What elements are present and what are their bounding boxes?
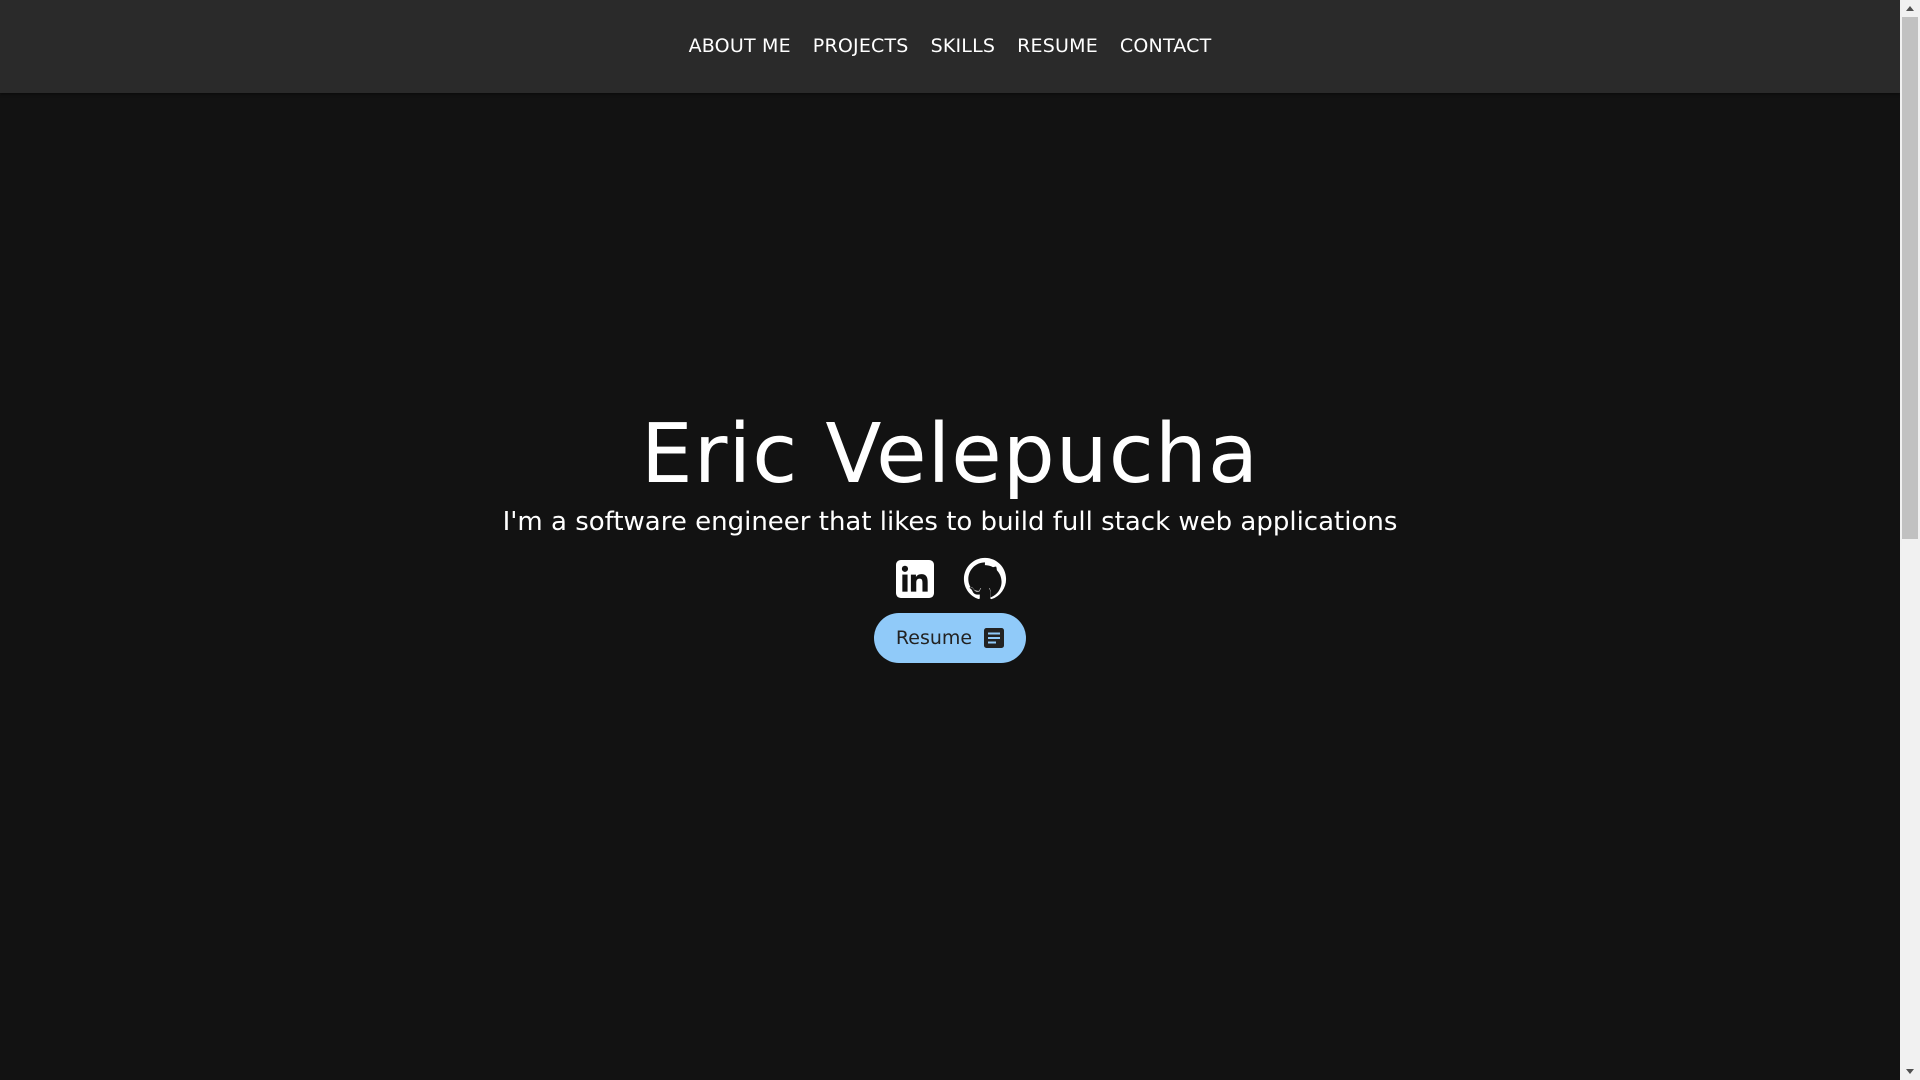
scroll-up-button[interactable]: [1900, 0, 1920, 17]
nav-links: ABOUT ME PROJECTS SKILLS RESUME CONTACT: [689, 35, 1212, 57]
navbar: ABOUT ME PROJECTS SKILLS RESUME CONTACT: [0, 0, 1900, 93]
nav-link-about-me[interactable]: ABOUT ME: [689, 35, 791, 57]
social-links: [893, 557, 1007, 601]
resume-button-label: Resume: [895, 627, 973, 649]
scroll-down-button[interactable]: [1900, 1063, 1920, 1080]
hero-name: Eric Velepucha: [640, 407, 1260, 502]
page: ABOUT ME PROJECTS SKILLS RESUME CONTACT …: [0, 0, 1900, 1080]
resume-button[interactable]: Resume: [873, 613, 1027, 663]
hero-tagline: I'm a software engineer that likes to bu…: [502, 507, 1398, 537]
nav-link-resume[interactable]: RESUME: [1017, 35, 1098, 57]
document-icon: [984, 628, 1005, 648]
scroll-down-icon: [1906, 1069, 1914, 1074]
github-link[interactable]: [963, 557, 1007, 601]
linkedin-link[interactable]: [893, 557, 937, 601]
scrollbar-thumb[interactable]: [1902, 17, 1918, 539]
scroll-up-icon: [1906, 6, 1914, 11]
nav-link-skills[interactable]: SKILLS: [931, 35, 996, 57]
hero-section: Eric Velepucha I'm a software engineer t…: [0, 405, 1900, 663]
nav-link-contact[interactable]: CONTACT: [1120, 35, 1212, 57]
linkedin-icon: [896, 560, 934, 598]
nav-link-projects[interactable]: PROJECTS: [813, 35, 909, 57]
vertical-scrollbar[interactable]: [1900, 0, 1920, 1080]
github-icon: [963, 557, 1007, 600]
